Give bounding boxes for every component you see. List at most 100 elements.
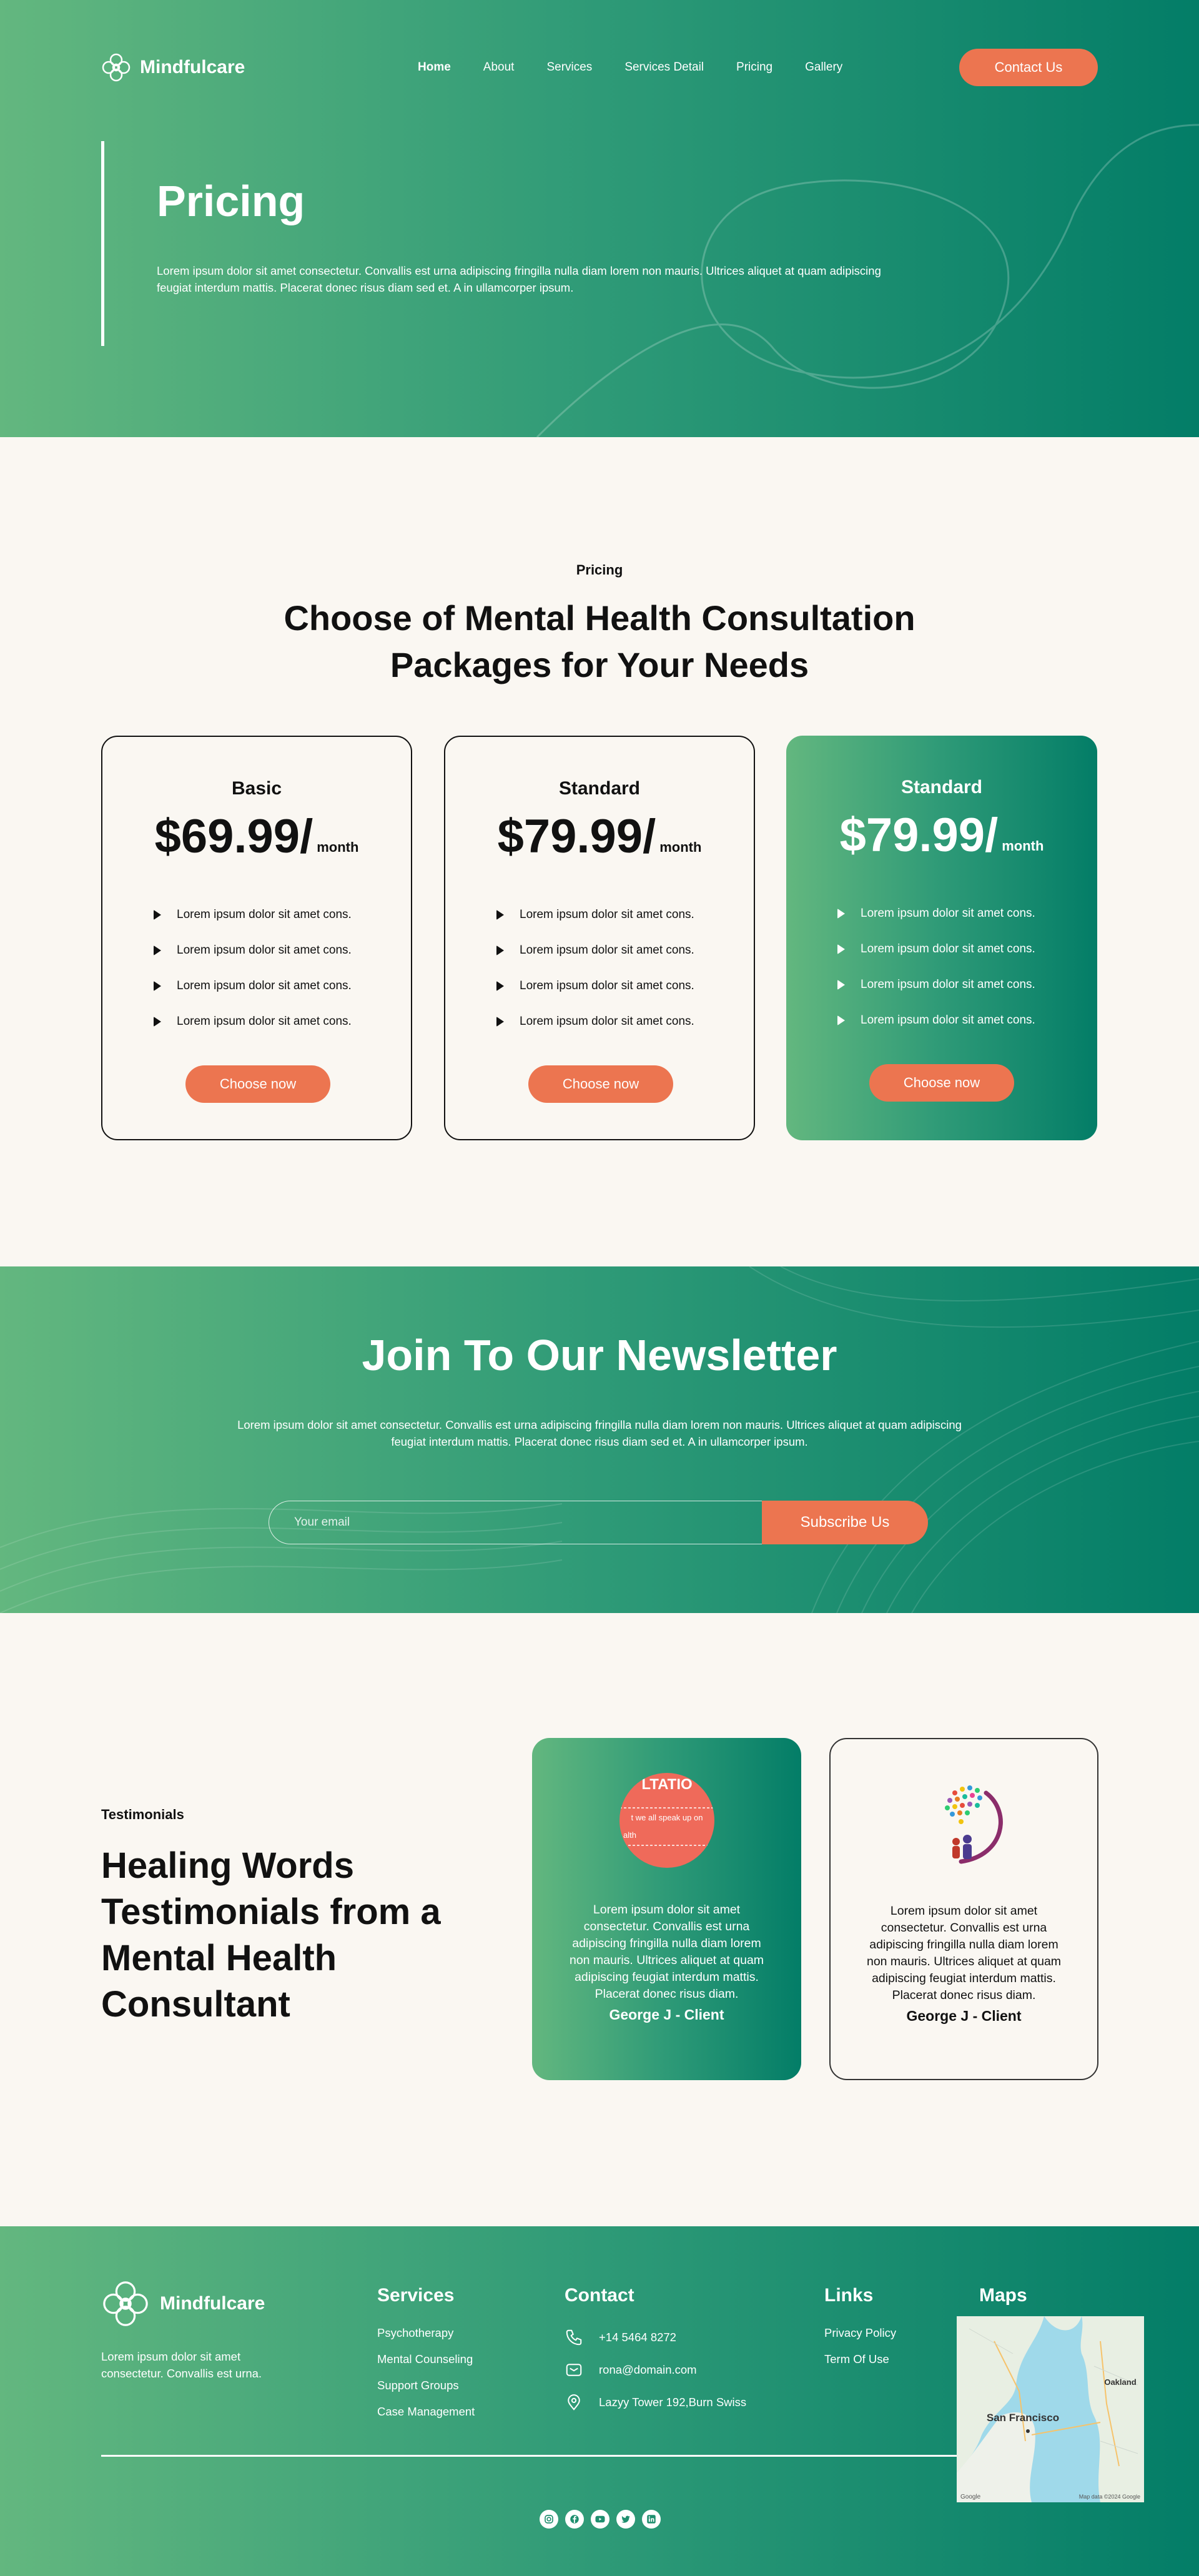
- newsletter-section: Join To Our Newsletter Lorem ipsum dolor…: [0, 1266, 1199, 1613]
- testimonial-card: LTATIO t we all speak up on alth Lorem i…: [532, 1738, 801, 2080]
- svg-text:Google: Google: [960, 2494, 981, 2500]
- footer-logo[interactable]: Mindfulcare: [101, 2279, 265, 2328]
- phone-icon: [566, 2329, 582, 2346]
- choose-now-button[interactable]: Choose now: [185, 1065, 330, 1103]
- embedded-map[interactable]: San Francisco Oakland Google Map data ©2…: [957, 2316, 1144, 2502]
- play-bullet-icon: [154, 945, 161, 955]
- hero-accent-bar: [101, 141, 104, 346]
- instagram-icon[interactable]: [540, 2510, 558, 2529]
- plan-name: Basic: [231, 778, 282, 799]
- clover-logo-icon: [102, 53, 131, 82]
- nav-item-services-detail[interactable]: Services Detail: [624, 61, 704, 74]
- social-links: [540, 2510, 661, 2529]
- feature-text: Lorem ipsum dolor sit amet cons.: [177, 943, 352, 957]
- brand-logo[interactable]: Mindfulcare: [101, 52, 245, 82]
- contact-us-button[interactable]: Contact Us: [959, 49, 1098, 86]
- feature-item: Lorem ipsum dolor sit amet cons.: [154, 1004, 352, 1039]
- footer-link-psychotherapy[interactable]: Psychotherapy: [377, 2326, 475, 2352]
- youtube-icon[interactable]: [591, 2510, 609, 2529]
- plan-name: Standard: [900, 777, 983, 797]
- footer-link-mental-counseling[interactable]: Mental Counseling: [377, 2352, 475, 2379]
- pricing-section: Pricing Choose of Mental Health Consulta…: [0, 437, 1199, 1266]
- contact-phone[interactable]: +14 5464 8272: [565, 2321, 746, 2354]
- footer-divider: [101, 2455, 957, 2457]
- pricing-card-basic: Basic $69.99/ month Lorem ipsum dolor si…: [101, 736, 412, 1140]
- feature-text: Lorem ipsum dolor sit amet cons.: [520, 979, 694, 992]
- footer-link-support-groups[interactable]: Support Groups: [377, 2379, 475, 2405]
- play-bullet-icon: [496, 909, 504, 920]
- feature-text: Lorem ipsum dolor sit amet cons.: [861, 906, 1035, 920]
- testimonial-author: George J - Client: [609, 2006, 724, 2023]
- newsletter-form: Subscribe Us: [269, 1501, 928, 1544]
- feature-item: Lorem ipsum dolor sit amet cons.: [496, 968, 694, 1004]
- feature-item: Lorem ipsum dolor sit amet cons.: [496, 1004, 694, 1039]
- contact-email-text: rona@domain.com: [599, 2363, 697, 2376]
- play-bullet-icon: [496, 980, 504, 991]
- price-value: $69.99/: [154, 810, 313, 863]
- footer-services-list: Psychotherapy Mental Counseling Support …: [377, 2326, 475, 2431]
- price-unit: month: [1002, 838, 1044, 854]
- feature-list: Lorem ipsum dolor sit amet cons. Lorem i…: [496, 897, 694, 1039]
- price-value: $79.99/: [839, 809, 999, 862]
- clover-logo-icon: [103, 2281, 148, 2326]
- plan-name: Standard: [558, 778, 641, 799]
- choose-now-button[interactable]: Choose now: [528, 1065, 673, 1103]
- page-title: Pricing: [157, 177, 305, 225]
- map-image: San Francisco Oakland Google Map data ©2…: [957, 2316, 1144, 2502]
- feature-text: Lorem ipsum dolor sit amet cons.: [520, 943, 694, 957]
- play-bullet-icon: [837, 908, 845, 919]
- feature-item: Lorem ipsum dolor sit amet cons.: [154, 932, 352, 968]
- testimonial-quote: Lorem ipsum dolor sit amet consectetur. …: [569, 1903, 764, 2001]
- nav-item-home[interactable]: Home: [418, 61, 451, 74]
- svg-text:San Francisco: San Francisco: [987, 2412, 1059, 2424]
- feature-list: Lorem ipsum dolor sit amet cons. Lorem i…: [837, 896, 1035, 1038]
- play-bullet-icon: [154, 1016, 161, 1027]
- play-bullet-icon: [496, 945, 504, 955]
- svg-text:t we all speak up on: t we all speak up on: [631, 1813, 703, 1822]
- footer-contact-title: Contact: [565, 2285, 634, 2306]
- play-bullet-icon: [837, 979, 845, 990]
- subscribe-button[interactable]: Subscribe Us: [762, 1501, 928, 1544]
- facebook-icon[interactable]: [565, 2510, 584, 2529]
- contact-email[interactable]: rona@domain.com: [565, 2354, 746, 2386]
- brain-family-illustration: [917, 1774, 1012, 1869]
- testimonials-title: Healing Words Testimonials from a Mental…: [101, 1845, 441, 2025]
- location-pin-icon: [568, 2394, 580, 2411]
- feature-item: Lorem ipsum dolor sit amet cons.: [496, 932, 694, 968]
- plan-price: $69.99/ month: [102, 807, 411, 867]
- testimonial-quote: Lorem ipsum dolor sit amet consectetur. …: [866, 1904, 1062, 2002]
- feature-text: Lorem ipsum dolor sit amet cons.: [861, 1013, 1035, 1027]
- twitter-icon[interactable]: [616, 2510, 635, 2529]
- choose-now-button[interactable]: Choose now: [869, 1064, 1014, 1102]
- mail-icon: [566, 2364, 582, 2376]
- feature-item: Lorem ipsum dolor sit amet cons.: [837, 1002, 1035, 1038]
- testimonials-section: Testimonials Healing Words Testimonials …: [0, 1613, 1199, 2226]
- price-value: $79.99/: [497, 810, 656, 863]
- feature-item: Lorem ipsum dolor sit amet cons.: [154, 897, 352, 932]
- footer-link-term-of-use[interactable]: Term Of Use: [824, 2352, 896, 2379]
- contact-phone-text: +14 5464 8272: [599, 2331, 676, 2344]
- play-bullet-icon: [154, 980, 161, 991]
- nav-item-about[interactable]: About: [483, 61, 515, 74]
- svg-text:Oakland: Oakland: [1104, 2377, 1136, 2387]
- testimonial-card: Lorem ipsum dolor sit amet consectetur. …: [829, 1738, 1098, 2080]
- footer-description: Lorem ipsum dolor sit amet consectetur. …: [101, 2350, 262, 2380]
- play-bullet-icon: [837, 944, 845, 954]
- nav-item-gallery[interactable]: Gallery: [805, 61, 842, 74]
- footer-link-case-management[interactable]: Case Management: [377, 2405, 475, 2431]
- nav-item-pricing[interactable]: Pricing: [736, 61, 772, 74]
- hero-section: Mindfulcare Home About Services Services…: [0, 0, 1199, 437]
- testimonial-author: George J - Client: [906, 2008, 1022, 2024]
- linkedin-icon[interactable]: [642, 2510, 661, 2529]
- email-input[interactable]: [269, 1501, 787, 1544]
- nav-item-services[interactable]: Services: [546, 61, 592, 74]
- feature-item: Lorem ipsum dolor sit amet cons.: [837, 896, 1035, 931]
- footer-maps-title: Maps: [979, 2285, 1027, 2306]
- footer-links-title: Links: [824, 2285, 874, 2306]
- play-bullet-icon: [837, 1015, 845, 1025]
- price-unit: month: [317, 839, 359, 855]
- hero-description: Lorem ipsum dolor sit amet consectetur. …: [157, 264, 881, 294]
- feature-text: Lorem ipsum dolor sit amet cons.: [520, 1014, 694, 1028]
- feature-item: Lorem ipsum dolor sit amet cons.: [837, 967, 1035, 1002]
- footer-link-privacy-policy[interactable]: Privacy Policy: [824, 2326, 896, 2352]
